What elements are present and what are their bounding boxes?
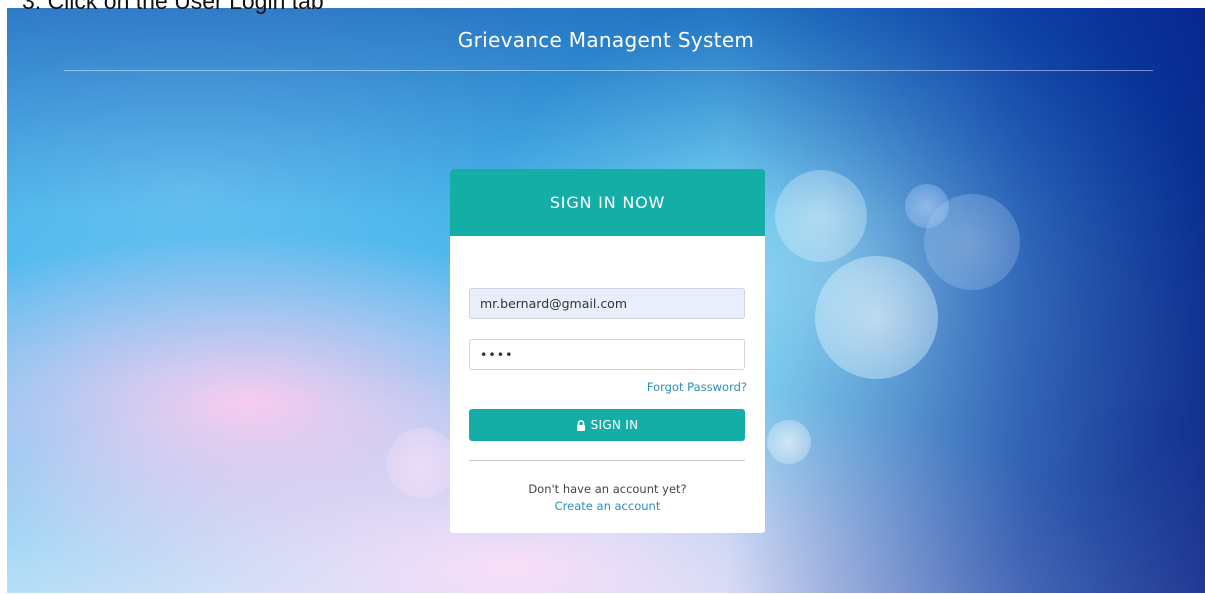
card-divider (469, 460, 745, 461)
forgot-password-link[interactable]: Forgot Password? (647, 380, 747, 394)
background-bubble (387, 428, 457, 498)
background-bubble (775, 170, 867, 262)
top-bar: Grievance Managent System (7, 8, 1205, 72)
background-bubble (767, 420, 811, 464)
login-screen: Grievance Managent System SIGN IN NOW Fo… (7, 8, 1205, 593)
create-account-link[interactable]: Create an account (450, 499, 765, 513)
header-divider (64, 70, 1153, 71)
document-caption: 3. Click on the User Login tab (22, 0, 324, 14)
sign-in-heading: SIGN IN NOW (450, 169, 765, 236)
sign-in-label: SIGN IN (590, 418, 639, 432)
background-bubble (815, 256, 938, 379)
email-field[interactable] (469, 288, 745, 319)
no-account-text: Don't have an account yet? (528, 482, 687, 496)
site-title: Grievance Managent System (457, 28, 755, 52)
password-field[interactable] (469, 339, 745, 370)
lock-icon (576, 419, 586, 431)
sign-in-card: SIGN IN NOW Forgot Password? SIGN IN Don… (450, 169, 765, 533)
background-bubble (905, 184, 949, 228)
sign-in-button[interactable]: SIGN IN (469, 409, 745, 441)
